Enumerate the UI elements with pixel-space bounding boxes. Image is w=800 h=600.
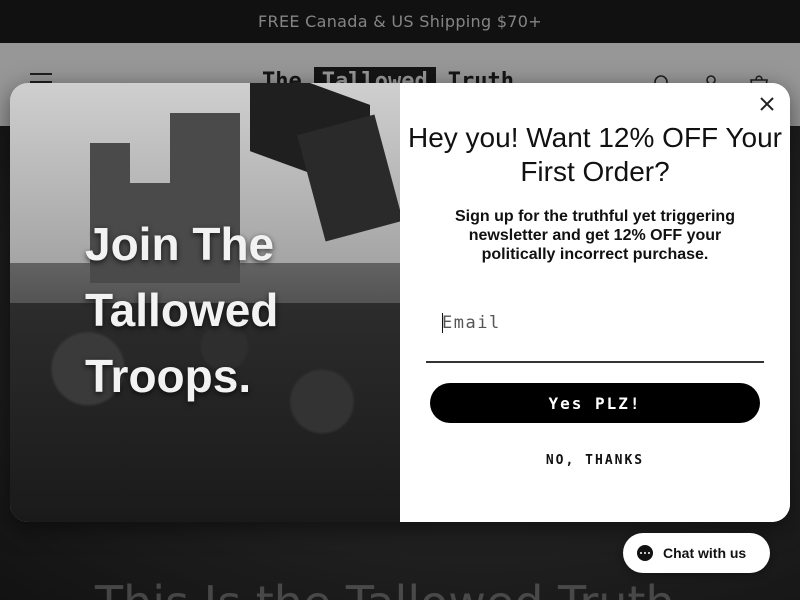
submit-button[interactable]: Yes PLZ!	[430, 383, 760, 423]
newsletter-popup: Join The Tallowed Troops. Hey you! Want …	[10, 83, 790, 522]
decline-button[interactable]: NO, THANKS	[400, 453, 790, 468]
chat-widget-button[interactable]: Chat with us	[623, 533, 770, 573]
chat-icon	[637, 545, 653, 561]
popup-form: Hey you! Want 12% OFF Your First Order? …	[400, 83, 790, 522]
popup-title: Hey you! Want 12% OFF Your First Order?	[407, 122, 783, 187]
close-icon[interactable]	[758, 95, 776, 113]
email-field-wrapper	[426, 303, 764, 363]
popup-image: Join The Tallowed Troops.	[10, 83, 400, 522]
email-input[interactable]	[426, 303, 764, 343]
chat-label: Chat with us	[663, 545, 747, 561]
popup-subtitle: Sign up for the truthful yet triggering …	[455, 208, 735, 263]
popup-image-heading: Join The Tallowed Troops.	[85, 218, 279, 402]
